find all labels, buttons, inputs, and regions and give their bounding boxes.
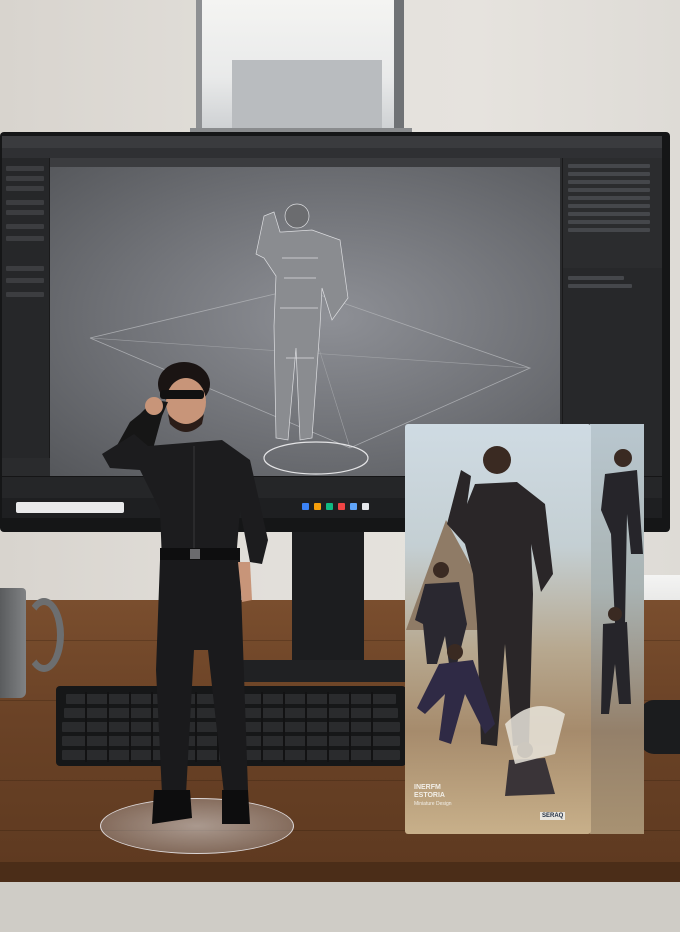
outliner-row[interactable]	[568, 220, 650, 224]
desk-edge	[0, 862, 680, 882]
figurine	[102, 362, 268, 824]
box-title-line: ESTORIA	[414, 792, 445, 799]
tool-row[interactable]	[6, 210, 44, 215]
mug-handle	[24, 598, 64, 672]
property-row[interactable]	[568, 284, 632, 288]
property-row[interactable]	[568, 276, 624, 280]
box-subtitle: Miniature Design	[414, 801, 452, 807]
outliner-row[interactable]	[568, 180, 650, 184]
outliner-row[interactable]	[568, 164, 650, 168]
taskbar-app-icon[interactable]	[302, 503, 309, 510]
box-title: INERFM ESTORIA Miniature Design	[414, 784, 452, 808]
app-title-bar	[2, 136, 662, 148]
tool-row[interactable]	[6, 278, 44, 283]
tool-row[interactable]	[6, 186, 44, 191]
floor	[0, 882, 680, 932]
tool-row[interactable]	[6, 292, 44, 297]
tool-row[interactable]	[6, 236, 44, 241]
box-title-line: INERFM	[414, 784, 441, 791]
taskbar-app-icon[interactable]	[314, 503, 321, 510]
taskbar-app-icon[interactable]	[326, 503, 333, 510]
tool-row[interactable]	[6, 224, 44, 229]
computer-mouse	[640, 700, 680, 754]
tool-row[interactable]	[6, 166, 44, 171]
box-artwork	[415, 446, 643, 796]
outliner-row[interactable]	[568, 228, 650, 232]
outliner-row[interactable]	[568, 212, 650, 216]
tool-row[interactable]	[6, 266, 44, 271]
monitor-stand-neck	[292, 530, 364, 670]
outliner-row[interactable]	[568, 172, 650, 176]
viewport-header	[50, 158, 560, 167]
taskbar-app-icon[interactable]	[338, 503, 345, 510]
mug	[0, 588, 26, 698]
tool-row[interactable]	[6, 176, 44, 181]
taskbar-app-icon[interactable]	[350, 503, 357, 510]
outliner-row[interactable]	[568, 204, 650, 208]
outliner-row[interactable]	[568, 188, 650, 192]
box-brand-logo: SERAQ	[540, 812, 566, 820]
outliner-row[interactable]	[568, 196, 650, 200]
app-menu-bar	[2, 148, 662, 158]
taskbar-app-icon[interactable]	[362, 503, 369, 510]
tool-row[interactable]	[6, 200, 44, 205]
